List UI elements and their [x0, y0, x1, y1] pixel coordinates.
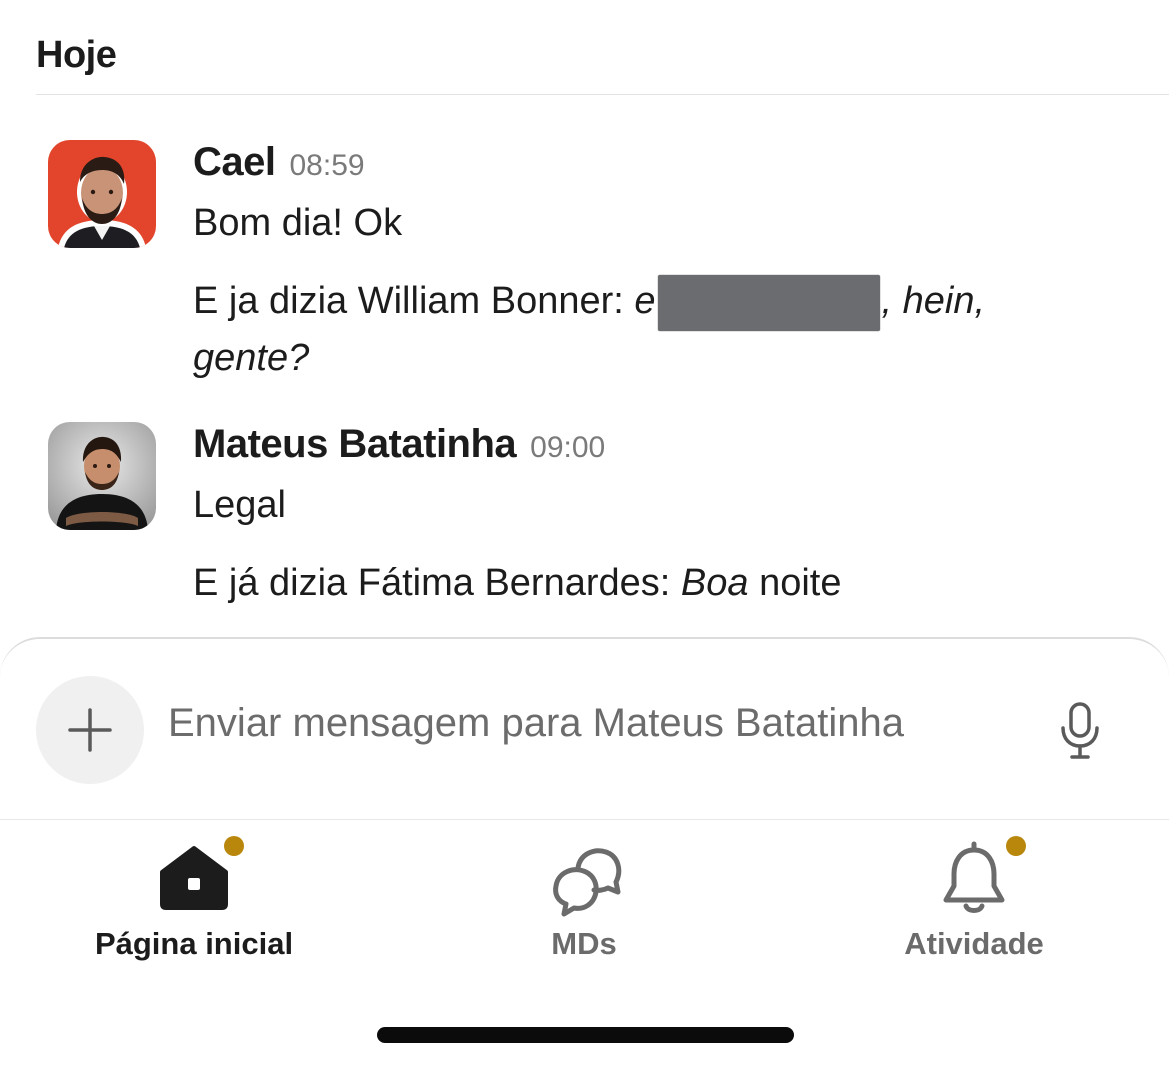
bell-icon [943, 841, 1005, 913]
message-header: Mateus Batatinha 09:00 [193, 422, 1129, 474]
tab-label: MDs [551, 926, 617, 961]
author-name[interactable]: Mateus Batatinha [193, 422, 517, 467]
tab-home[interactable]: Página inicial [44, 836, 344, 978]
message-text-prefix: E ja dizia William Bonner: [193, 280, 635, 322]
author-name[interactable]: Cael [193, 140, 276, 185]
message-text-italic: , hein, [881, 280, 986, 322]
tab-dms[interactable]: MDs [434, 838, 734, 978]
home-icon [160, 846, 228, 910]
message-text: E já dizia Fátima Bernardes: Boa noite [193, 556, 1129, 610]
redaction-box [657, 275, 880, 331]
plus-icon [68, 708, 112, 752]
message-text-italic: Boa [680, 562, 749, 604]
section-header: Hoje [36, 30, 1169, 95]
chat-bubbles-icon-wrap [544, 838, 624, 918]
home-icon-wrap [154, 836, 244, 918]
notification-badge [1006, 836, 1026, 856]
message-text: Bom dia! Ok [193, 202, 403, 244]
message-text-italic: e [634, 280, 656, 322]
message-text: Legal [193, 484, 286, 526]
message-time[interactable]: 08:59 [290, 149, 365, 183]
add-attachment-button[interactable] [36, 676, 144, 784]
bell-icon-wrap [934, 836, 1026, 918]
avatar-image [48, 140, 156, 248]
message-text-suffix: noite [748, 562, 842, 604]
avatar-image [48, 422, 156, 530]
avatar-mateus[interactable] [48, 422, 156, 530]
tab-label: Atividade [904, 926, 1044, 961]
message-text-italic: gente? [193, 337, 310, 379]
notification-badge [224, 836, 244, 856]
microphone-button[interactable] [1052, 701, 1108, 761]
bottom-tab-bar: Página inicial MDs Atividade [0, 818, 1169, 998]
tab-label: Página inicial [94, 926, 294, 961]
message-body: Mateus Batatinha 09:00 Legal E já dizia … [193, 422, 1129, 610]
message-input[interactable] [168, 701, 1028, 746]
message-time[interactable]: 09:00 [530, 431, 605, 465]
chat-bubbles-icon [553, 848, 622, 917]
section-title: Hoje [36, 34, 117, 76]
avatar-cael[interactable] [48, 140, 156, 248]
microphone-icon [1061, 702, 1099, 759]
message-text: E ja dizia William Bonner: e , hein, gent… [193, 274, 1129, 385]
message-header: Cael 08:59 [193, 140, 1129, 192]
message-body: Cael 08:59 Bom dia! Ok E ja dizia Willia… [193, 140, 1129, 385]
message-text-prefix: E já dizia Fátima Bernardes: [193, 562, 681, 604]
message-composer [0, 637, 1169, 820]
home-indicator[interactable] [377, 1027, 794, 1043]
tab-activity[interactable]: Atividade [824, 836, 1124, 978]
